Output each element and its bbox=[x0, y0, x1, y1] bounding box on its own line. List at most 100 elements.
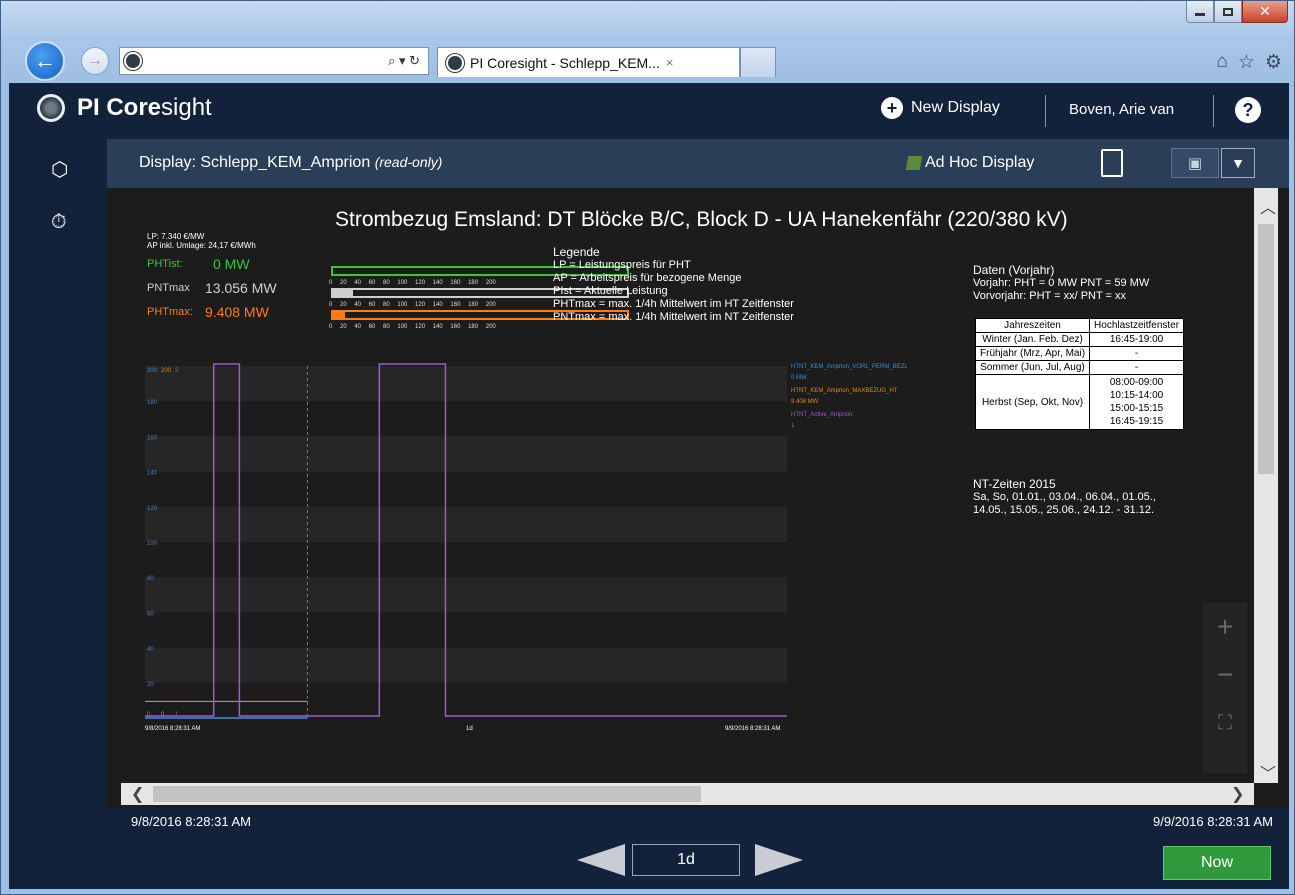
y-bottom-label: 1 bbox=[175, 712, 179, 718]
plot-band bbox=[145, 647, 787, 683]
zoom-in-button[interactable]: + bbox=[1203, 603, 1247, 651]
y-tick-label: 120 bbox=[147, 506, 158, 512]
ad-hoc-label: Ad Hoc Display bbox=[925, 154, 1035, 171]
close-window-button[interactable]: ✕ bbox=[1242, 1, 1288, 23]
vertical-scroll-thumb[interactable] bbox=[1258, 224, 1274, 474]
horizontal-scroll-thumb[interactable] bbox=[153, 786, 701, 802]
pi-coresight-app: PI Coresight + New Display Boven, Arie v… bbox=[9, 83, 1289, 889]
horizontal-scrollbar[interactable]: ❮ ❯ bbox=[121, 783, 1254, 805]
plus-icon: + bbox=[881, 97, 903, 119]
time-navigation: 1d Now bbox=[107, 834, 1289, 889]
vertical-scrollbar[interactable]: ︿ ﹀ bbox=[1254, 188, 1278, 783]
ad-hoc-pen-icon bbox=[905, 156, 923, 170]
brand-bold: PI Core bbox=[77, 94, 162, 121]
zoom-fit-button[interactable]: ⛶ bbox=[1203, 699, 1247, 747]
favorites-star-icon[interactable]: ☆ bbox=[1238, 51, 1255, 74]
display-mode: (read-only) bbox=[374, 154, 443, 170]
forward-arrow-icon: → bbox=[87, 52, 103, 69]
y-tick-label: 160 bbox=[147, 435, 158, 441]
time-forward-arrow-icon[interactable] bbox=[755, 844, 803, 876]
address-tools[interactable]: ⌕ ▾ ↻ bbox=[388, 53, 420, 69]
header-separator bbox=[1213, 95, 1214, 127]
display-canvas: Strombezug Emsland: DT Blöcke B/C, Block… bbox=[107, 188, 1289, 808]
browser-tab[interactable]: PI Coresight - Schlepp_KEM... × bbox=[437, 47, 740, 77]
maximize-button[interactable] bbox=[1214, 1, 1242, 23]
back-button[interactable]: ← bbox=[25, 41, 65, 81]
search-icon[interactable]: ⌕ bbox=[388, 53, 395, 68]
tab-favicon bbox=[446, 53, 464, 72]
refresh-icon[interactable]: ↻ bbox=[409, 53, 420, 68]
x-end-label: 9/9/2016 8:28:31 AM bbox=[725, 726, 780, 732]
back-arrow-icon: ← bbox=[34, 48, 56, 73]
minimize-button[interactable] bbox=[1186, 1, 1214, 23]
y-tick-label: 40 bbox=[147, 647, 154, 653]
zoom-controls: + − ⛶ bbox=[1203, 603, 1247, 773]
y-bottom-label: 0 bbox=[147, 712, 151, 718]
y-bottom-label: 0 bbox=[161, 712, 165, 718]
settings-gear-icon[interactable]: ⚙ bbox=[1265, 51, 1282, 74]
minimize-icon bbox=[1195, 13, 1205, 16]
y-tick-label: 80 bbox=[147, 576, 154, 582]
plot-band bbox=[145, 436, 787, 472]
x-start-label: 9/8/2016 8:28:31 AM bbox=[145, 726, 200, 732]
save-disk-icon: ▣ bbox=[1187, 155, 1203, 172]
trend-legend-value: 1 bbox=[791, 423, 795, 429]
y-tick-label: 20 bbox=[147, 682, 154, 688]
user-name[interactable]: Boven, Arie van bbox=[1069, 101, 1174, 118]
new-tab-button[interactable] bbox=[740, 47, 776, 77]
plot-band bbox=[145, 366, 787, 402]
address-input[interactable] bbox=[146, 53, 346, 69]
close-icon: ✕ bbox=[1259, 3, 1271, 19]
trend-chart[interactable]: 20406080100120140160180200 200 20 0 19/8/201… bbox=[107, 188, 1289, 808]
x-center-label: 1d bbox=[466, 726, 473, 732]
zoom-out-button[interactable]: − bbox=[1203, 651, 1247, 699]
app-sidebar: ⬡ ⏱ bbox=[9, 139, 107, 889]
time-back-arrow-icon[interactable] bbox=[577, 844, 625, 876]
tab-title: PI Coresight - Schlepp_KEM... bbox=[470, 54, 660, 71]
pi-logo-icon bbox=[37, 94, 65, 122]
events-timer-icon[interactable]: ⏱ bbox=[51, 211, 67, 234]
details-pane-icon[interactable] bbox=[1101, 149, 1123, 177]
header-separator bbox=[1045, 95, 1046, 127]
tab-close-icon[interactable]: × bbox=[666, 55, 674, 70]
y-top-label: 200 bbox=[147, 368, 158, 374]
display-menu-button[interactable]: ▼ bbox=[1221, 148, 1255, 178]
y-tick-label: 180 bbox=[147, 400, 158, 406]
trend-legend-value: 9.408 MW bbox=[791, 399, 819, 405]
new-display-label: New Display bbox=[911, 99, 1000, 116]
scroll-up-icon[interactable]: ︿ bbox=[1260, 194, 1276, 218]
forward-button[interactable]: → bbox=[81, 47, 109, 75]
scroll-left-icon[interactable]: ❮ bbox=[131, 784, 144, 804]
window-caption-buttons: ✕ bbox=[1186, 1, 1288, 23]
ad-hoc-display-button[interactable]: Ad Hoc Display bbox=[905, 154, 1035, 172]
scroll-right-icon[interactable]: ❯ bbox=[1231, 784, 1244, 804]
time-range-bar: 9/8/2016 8:28:31 AM 9/9/2016 8:28:31 AM bbox=[107, 808, 1289, 834]
app-header: PI Coresight + New Display Boven, Arie v… bbox=[9, 83, 1289, 139]
display-toolbar: Display: Schlepp_KEM_Amprion (read-only)… bbox=[107, 139, 1289, 188]
plot-band bbox=[145, 506, 787, 542]
trend-legend-name[interactable]: HTNT_KEM_Amprion_VORL_PERM_BEZL bbox=[791, 364, 908, 370]
chevron-down-icon: ▼ bbox=[1231, 155, 1245, 171]
display-title: Display: Schlepp_KEM_Amprion (read-only) bbox=[139, 154, 442, 172]
scroll-down-icon[interactable]: ﹀ bbox=[1260, 760, 1276, 784]
y-tick-label: 100 bbox=[147, 541, 158, 547]
browser-toolbar-icons: ⌂ ☆ ⚙ bbox=[1216, 51, 1282, 74]
address-bar[interactable]: ⌕ ▾ ↻ bbox=[119, 47, 429, 75]
trend-legend-name[interactable]: HTNT_KEM_Amprion_MAXBEZUG_HT bbox=[791, 388, 897, 394]
time-range-field[interactable]: 1d bbox=[632, 844, 740, 876]
maximize-icon bbox=[1223, 7, 1233, 16]
end-time[interactable]: 9/9/2016 8:28:31 AM bbox=[1153, 814, 1273, 829]
display-label: Display: bbox=[139, 154, 196, 171]
save-button[interactable]: ▣ bbox=[1171, 148, 1219, 178]
browser-window: ✕ ← → ⌕ ▾ ↻ PI Coresight - Schlepp_KEM..… bbox=[0, 0, 1295, 895]
now-button[interactable]: Now bbox=[1163, 846, 1271, 880]
home-icon[interactable]: ⌂ bbox=[1216, 51, 1227, 74]
assets-cube-icon[interactable]: ⬡ bbox=[51, 157, 68, 182]
new-display-button[interactable]: + New Display bbox=[881, 97, 1000, 119]
help-icon[interactable]: ? bbox=[1235, 97, 1261, 123]
start-time[interactable]: 9/8/2016 8:28:31 AM bbox=[131, 814, 251, 829]
trend-legend-value: 0 MW bbox=[791, 375, 807, 381]
plot-band bbox=[145, 577, 787, 613]
y-tick-label: 140 bbox=[147, 471, 158, 477]
trend-legend-name[interactable]: HTNT_Active_Amprion bbox=[791, 412, 852, 418]
